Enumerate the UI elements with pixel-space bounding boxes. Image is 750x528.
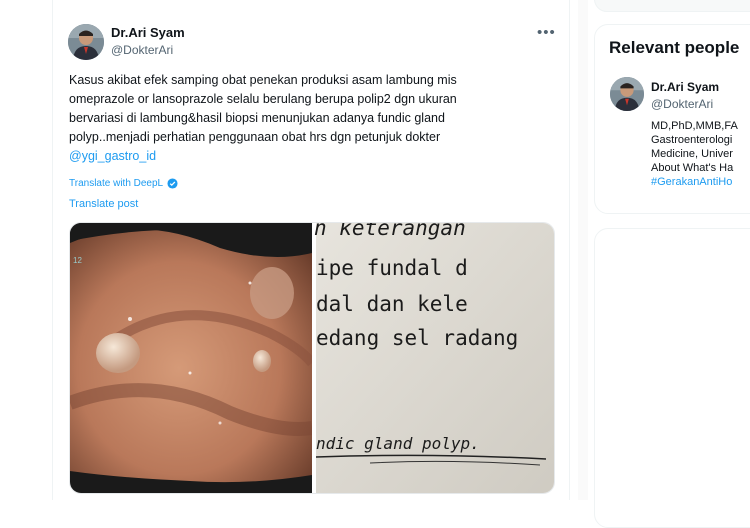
tweet-text-line: Kasus akibat efek samping obat penekan p… [69, 73, 457, 87]
tweet-text-line: omeprazole or lansoprazole selalu berula… [69, 92, 457, 106]
tweet-text-line: bervariasi di lambung&hasil biopsi menun… [69, 111, 445, 125]
image-overlay-number: 12 [73, 256, 82, 265]
report-line: edang sel radang [316, 326, 518, 350]
bio-line: MD,PhD,MMB,FA [651, 120, 738, 132]
verified-icon [167, 178, 178, 189]
bio-line: About What's Ha [651, 162, 734, 174]
tweet-text: Kasus akibat efek samping obat penekan p… [69, 71, 559, 166]
more-icon[interactable]: ••• [537, 24, 556, 41]
scrollbar[interactable] [578, 0, 588, 500]
mention-link[interactable]: @ygi_gastro_id [69, 147, 559, 166]
report-line: n keterangan [314, 223, 466, 240]
sidebar-box [594, 228, 750, 528]
report-line: ndic gland polyp. [316, 434, 480, 453]
bio-line: Gastroenterologi [651, 134, 733, 146]
tweet-text-line: polyp..menjadi perhatian penggunaan obat… [69, 130, 441, 144]
tweet-media[interactable]: 12 n keterangan ipe fundal d dal dan kel… [69, 222, 555, 494]
relevant-people-title: Relevant people [609, 38, 740, 57]
report-line: dal dan kele [316, 292, 468, 316]
author-avatar[interactable] [68, 24, 104, 60]
person-avatar[interactable] [610, 77, 644, 111]
translate-deepl-link[interactable]: Translate with DeepL [69, 178, 178, 189]
right-sidebar: Relevant people Dr.Ari Syam @DokterAri M… [594, 0, 750, 528]
bio-hashtag-link[interactable]: #GerakanAntiHo [651, 175, 738, 189]
sidebar-top-box [594, 0, 750, 12]
translate-post-link[interactable]: Translate post [69, 198, 138, 210]
relevant-people-box: Relevant people Dr.Ari Syam @DokterAri M… [594, 24, 750, 214]
author-name[interactable]: Dr.Ari Syam [111, 25, 185, 40]
tweet-column: Dr.Ari Syam @DokterAri ••• Kasus akibat … [52, 0, 570, 500]
bio-line: Medicine, Univer [651, 148, 733, 160]
author-handle[interactable]: @DokterAri [111, 43, 173, 57]
translate-deepl-label: Translate with DeepL [69, 178, 164, 189]
person-name[interactable]: Dr.Ari Syam [651, 80, 719, 94]
report-line: ipe fundal d [316, 256, 468, 280]
person-handle[interactable]: @DokterAri [651, 97, 713, 111]
person-bio: MD,PhD,MMB,FA Gastroenterologi Medicine,… [651, 119, 738, 189]
